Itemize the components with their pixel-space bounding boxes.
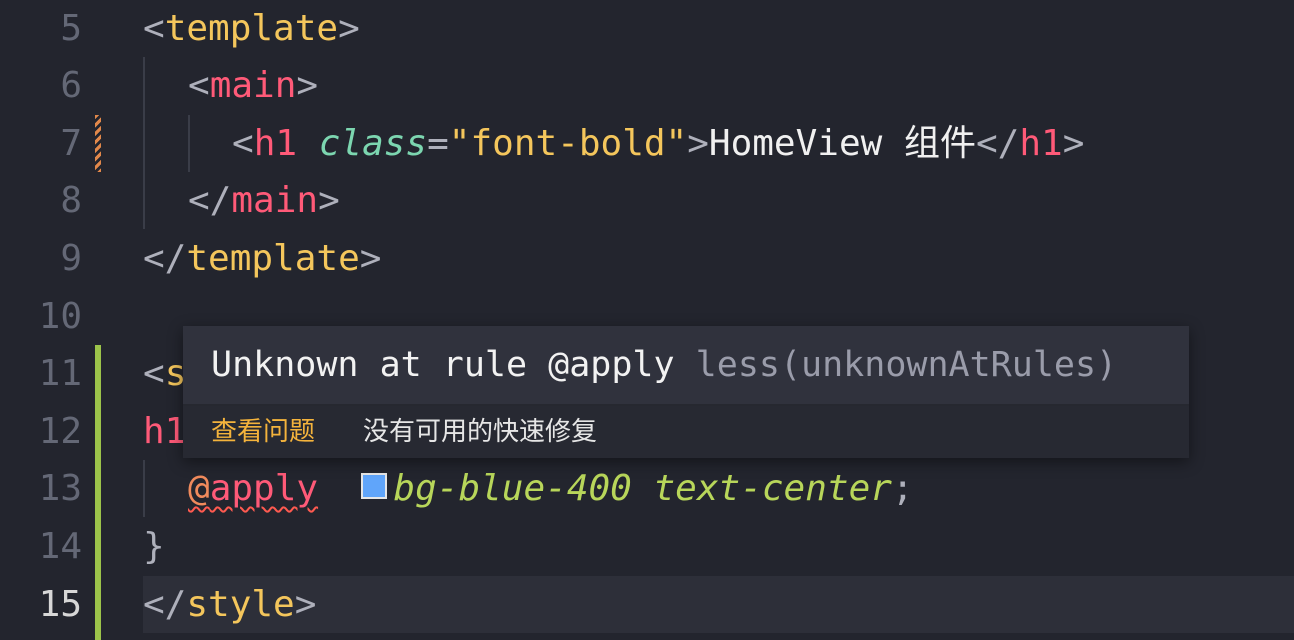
diagnostic-hover: Unknown at rule @apply less(unknownAtRul… <box>183 326 1189 458</box>
token: h1 <box>253 123 298 164</box>
code-content[interactable]: <s <box>143 345 186 402</box>
token: < <box>143 353 165 394</box>
token: </ <box>143 238 187 279</box>
token: template <box>186 238 360 279</box>
line-number: 6 <box>60 65 82 106</box>
token: apply <box>209 468 319 509</box>
token: </ <box>975 123 1020 164</box>
token: h1 <box>1019 123 1063 164</box>
code-content[interactable]: </style> <box>143 576 316 633</box>
code-line[interactable]: 8 </main> <box>0 172 1294 229</box>
token: @ <box>188 468 210 509</box>
token: "font-bold" <box>448 123 688 164</box>
diagnostic-message: Unknown at rule @apply less(unknownAtRul… <box>211 340 1117 390</box>
token: > <box>318 180 340 221</box>
no-quick-fix-text: 没有可用的快速修复 <box>363 417 598 447</box>
line-number: 7 <box>60 123 82 164</box>
line-number: 8 <box>60 180 82 221</box>
code-editor[interactable]: 5 <template> 6 <main> 7 <h1 class="font-… <box>0 0 1294 640</box>
code-line[interactable]: 9 </template> <box>0 230 1294 287</box>
code-line[interactable]: 6 <main> <box>0 57 1294 114</box>
code-content[interactable]: @apply bg-blue-400 text-center; <box>188 460 914 517</box>
token: > <box>338 8 360 49</box>
code-content[interactable]: <main> <box>188 57 318 114</box>
token: style <box>186 584 295 625</box>
line-number: 11 <box>38 353 82 394</box>
color-swatch-icon[interactable] <box>361 473 388 499</box>
code-content[interactable]: h1 <box>143 403 186 460</box>
code-content[interactable]: </main> <box>188 172 340 229</box>
token: ; <box>891 468 914 509</box>
code-line[interactable]: 5 <template> <box>0 0 1294 57</box>
code-content[interactable]: </template> <box>143 230 381 287</box>
token: < <box>143 8 165 49</box>
error-squiggle[interactable]: @apply <box>188 468 318 509</box>
code-line[interactable]: 7 <h1 class="font-bold">HomeView 组件</h1> <box>0 115 1294 172</box>
token: template <box>164 8 339 49</box>
token: > <box>294 584 317 625</box>
code-content[interactable]: } <box>143 518 165 575</box>
token: > <box>359 238 382 279</box>
token: < <box>232 123 254 164</box>
token: class <box>318 123 428 164</box>
token: </ <box>188 180 232 221</box>
code-line[interactable]: 14 } <box>0 518 1294 575</box>
token: main <box>231 180 319 221</box>
diagnostic-source: less(unknownAtRules) <box>695 345 1118 385</box>
line-number: 15 <box>38 584 82 625</box>
token: > <box>687 123 709 164</box>
token: } <box>143 526 165 567</box>
code-line-current[interactable]: 15 </style> <box>0 576 1294 633</box>
code-content[interactable]: <template> <box>143 0 360 57</box>
token: > <box>1062 123 1085 164</box>
line-number: 12 <box>38 411 82 452</box>
token: main <box>209 65 297 106</box>
token: bg-blue-400 text-center <box>393 468 892 509</box>
hover-actions-bar: 查看问题 没有可用的快速修复 <box>183 406 1189 458</box>
line-number: 10 <box>38 296 82 337</box>
line-number: 5 <box>60 8 82 49</box>
diagnostic-text: Unknown at rule @apply <box>211 345 675 385</box>
token: HomeView 组件 <box>708 123 976 164</box>
line-number: 13 <box>38 468 82 509</box>
line-number: 9 <box>60 238 82 279</box>
token: h1 <box>143 411 187 452</box>
token: = <box>427 123 449 164</box>
code-line[interactable]: 13 @apply bg-blue-400 text-center; <box>0 460 1294 517</box>
line-number: 14 <box>38 526 82 567</box>
token: < <box>188 65 210 106</box>
token: </ <box>143 584 187 625</box>
code-content[interactable]: <h1 class="font-bold">HomeView 组件</h1> <box>232 115 1084 172</box>
token: > <box>296 65 319 106</box>
view-problem-link[interactable]: 查看问题 <box>211 406 315 458</box>
